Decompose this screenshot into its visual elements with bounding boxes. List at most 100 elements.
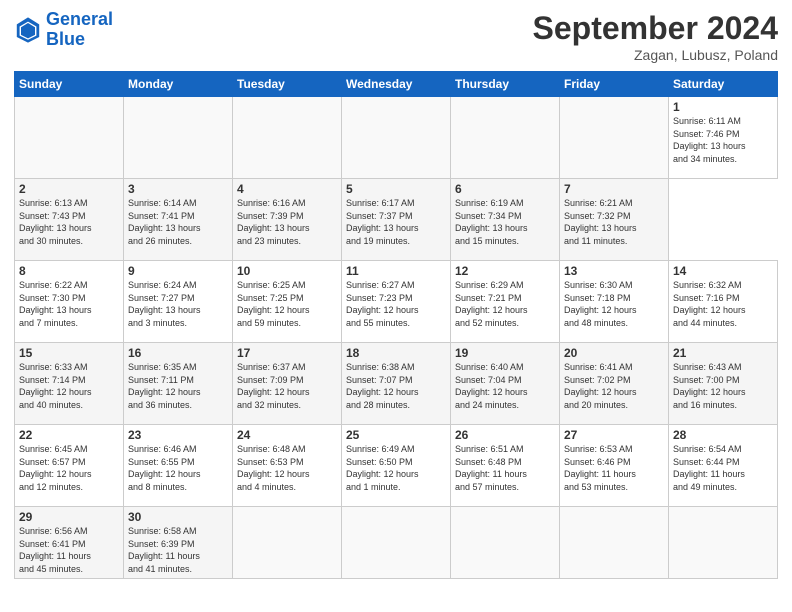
cell-info: Sunrise: 6:58 AMSunset: 6:39 PMDaylight:… [128, 525, 228, 575]
day-number: 3 [128, 182, 228, 196]
cell-info: Sunrise: 6:24 AMSunset: 7:27 PMDaylight:… [128, 279, 228, 329]
table-cell: 14Sunrise: 6:32 AMSunset: 7:16 PMDayligh… [669, 261, 778, 343]
col-monday: Monday [124, 72, 233, 97]
table-cell [342, 507, 451, 579]
table-cell [15, 97, 124, 179]
cell-info: Sunrise: 6:46 AMSunset: 6:55 PMDaylight:… [128, 443, 228, 493]
table-cell: 28Sunrise: 6:54 AMSunset: 6:44 PMDayligh… [669, 425, 778, 507]
table-cell [669, 507, 778, 579]
table-cell: 29Sunrise: 6:56 AMSunset: 6:41 PMDayligh… [15, 507, 124, 579]
table-cell: 17Sunrise: 6:37 AMSunset: 7:09 PMDayligh… [233, 343, 342, 425]
logo-icon [14, 16, 42, 44]
logo-text: General Blue [46, 10, 113, 50]
table-cell: 6Sunrise: 6:19 AMSunset: 7:34 PMDaylight… [451, 179, 560, 261]
day-number: 6 [455, 182, 555, 196]
table-cell: 15Sunrise: 6:33 AMSunset: 7:14 PMDayligh… [15, 343, 124, 425]
day-number: 21 [673, 346, 773, 360]
col-thursday: Thursday [451, 72, 560, 97]
day-number: 16 [128, 346, 228, 360]
day-number: 4 [237, 182, 337, 196]
table-cell: 11Sunrise: 6:27 AMSunset: 7:23 PMDayligh… [342, 261, 451, 343]
col-sunday: Sunday [15, 72, 124, 97]
day-number: 11 [346, 264, 446, 278]
table-cell: 18Sunrise: 6:38 AMSunset: 7:07 PMDayligh… [342, 343, 451, 425]
cell-info: Sunrise: 6:49 AMSunset: 6:50 PMDaylight:… [346, 443, 446, 493]
month-title: September 2024 [533, 10, 778, 47]
cell-info: Sunrise: 6:21 AMSunset: 7:32 PMDaylight:… [564, 197, 664, 247]
table-cell: 9Sunrise: 6:24 AMSunset: 7:27 PMDaylight… [124, 261, 233, 343]
table-cell: 10Sunrise: 6:25 AMSunset: 7:25 PMDayligh… [233, 261, 342, 343]
table-cell: 5Sunrise: 6:17 AMSunset: 7:37 PMDaylight… [342, 179, 451, 261]
table-cell: 27Sunrise: 6:53 AMSunset: 6:46 PMDayligh… [560, 425, 669, 507]
day-number: 15 [19, 346, 119, 360]
subtitle: Zagan, Lubusz, Poland [533, 47, 778, 63]
col-wednesday: Wednesday [342, 72, 451, 97]
day-number: 28 [673, 428, 773, 442]
header: General Blue September 2024 Zagan, Lubus… [14, 10, 778, 63]
day-number: 10 [237, 264, 337, 278]
cell-info: Sunrise: 6:40 AMSunset: 7:04 PMDaylight:… [455, 361, 555, 411]
table-cell: 25Sunrise: 6:49 AMSunset: 6:50 PMDayligh… [342, 425, 451, 507]
table-cell: 24Sunrise: 6:48 AMSunset: 6:53 PMDayligh… [233, 425, 342, 507]
col-saturday: Saturday [669, 72, 778, 97]
cell-info: Sunrise: 6:45 AMSunset: 6:57 PMDaylight:… [19, 443, 119, 493]
day-number: 22 [19, 428, 119, 442]
day-number: 2 [19, 182, 119, 196]
cell-info: Sunrise: 6:51 AMSunset: 6:48 PMDaylight:… [455, 443, 555, 493]
day-number: 7 [564, 182, 664, 196]
day-number: 26 [455, 428, 555, 442]
day-number: 18 [346, 346, 446, 360]
title-block: September 2024 Zagan, Lubusz, Poland [533, 10, 778, 63]
cell-info: Sunrise: 6:32 AMSunset: 7:16 PMDaylight:… [673, 279, 773, 329]
calendar-header-row: Sunday Monday Tuesday Wednesday Thursday… [15, 72, 778, 97]
table-cell [342, 97, 451, 179]
table-cell: 12Sunrise: 6:29 AMSunset: 7:21 PMDayligh… [451, 261, 560, 343]
table-cell: 26Sunrise: 6:51 AMSunset: 6:48 PMDayligh… [451, 425, 560, 507]
cell-info: Sunrise: 6:48 AMSunset: 6:53 PMDaylight:… [237, 443, 337, 493]
cell-info: Sunrise: 6:37 AMSunset: 7:09 PMDaylight:… [237, 361, 337, 411]
table-cell: 30Sunrise: 6:58 AMSunset: 6:39 PMDayligh… [124, 507, 233, 579]
table-cell: 20Sunrise: 6:41 AMSunset: 7:02 PMDayligh… [560, 343, 669, 425]
cell-info: Sunrise: 6:13 AMSunset: 7:43 PMDaylight:… [19, 197, 119, 247]
day-number: 30 [128, 510, 228, 524]
table-cell: 3Sunrise: 6:14 AMSunset: 7:41 PMDaylight… [124, 179, 233, 261]
day-number: 17 [237, 346, 337, 360]
table-cell [451, 97, 560, 179]
cell-info: Sunrise: 6:53 AMSunset: 6:46 PMDaylight:… [564, 443, 664, 493]
day-number: 19 [455, 346, 555, 360]
day-number: 9 [128, 264, 228, 278]
table-cell: 19Sunrise: 6:40 AMSunset: 7:04 PMDayligh… [451, 343, 560, 425]
table-cell [560, 507, 669, 579]
table-cell: 1Sunrise: 6:11 AMSunset: 7:46 PMDaylight… [669, 97, 778, 179]
day-number: 14 [673, 264, 773, 278]
cell-info: Sunrise: 6:29 AMSunset: 7:21 PMDaylight:… [455, 279, 555, 329]
logo: General Blue [14, 10, 113, 50]
day-number: 8 [19, 264, 119, 278]
day-number: 27 [564, 428, 664, 442]
cell-info: Sunrise: 6:56 AMSunset: 6:41 PMDaylight:… [19, 525, 119, 575]
cell-info: Sunrise: 6:22 AMSunset: 7:30 PMDaylight:… [19, 279, 119, 329]
table-cell [233, 97, 342, 179]
table-cell [233, 507, 342, 579]
cell-info: Sunrise: 6:19 AMSunset: 7:34 PMDaylight:… [455, 197, 555, 247]
table-cell [124, 97, 233, 179]
day-number: 23 [128, 428, 228, 442]
table-cell: 7Sunrise: 6:21 AMSunset: 7:32 PMDaylight… [560, 179, 669, 261]
col-friday: Friday [560, 72, 669, 97]
table-cell: 16Sunrise: 6:35 AMSunset: 7:11 PMDayligh… [124, 343, 233, 425]
day-number: 29 [19, 510, 119, 524]
day-number: 12 [455, 264, 555, 278]
cell-info: Sunrise: 6:25 AMSunset: 7:25 PMDaylight:… [237, 279, 337, 329]
day-number: 5 [346, 182, 446, 196]
day-number: 20 [564, 346, 664, 360]
table-cell [451, 507, 560, 579]
table-cell: 2Sunrise: 6:13 AMSunset: 7:43 PMDaylight… [15, 179, 124, 261]
calendar: Sunday Monday Tuesday Wednesday Thursday… [14, 71, 778, 579]
cell-info: Sunrise: 6:43 AMSunset: 7:00 PMDaylight:… [673, 361, 773, 411]
day-number: 1 [673, 100, 773, 114]
cell-info: Sunrise: 6:54 AMSunset: 6:44 PMDaylight:… [673, 443, 773, 493]
cell-info: Sunrise: 6:27 AMSunset: 7:23 PMDaylight:… [346, 279, 446, 329]
cell-info: Sunrise: 6:33 AMSunset: 7:14 PMDaylight:… [19, 361, 119, 411]
cell-info: Sunrise: 6:11 AMSunset: 7:46 PMDaylight:… [673, 115, 773, 165]
page: General Blue September 2024 Zagan, Lubus… [0, 0, 792, 612]
